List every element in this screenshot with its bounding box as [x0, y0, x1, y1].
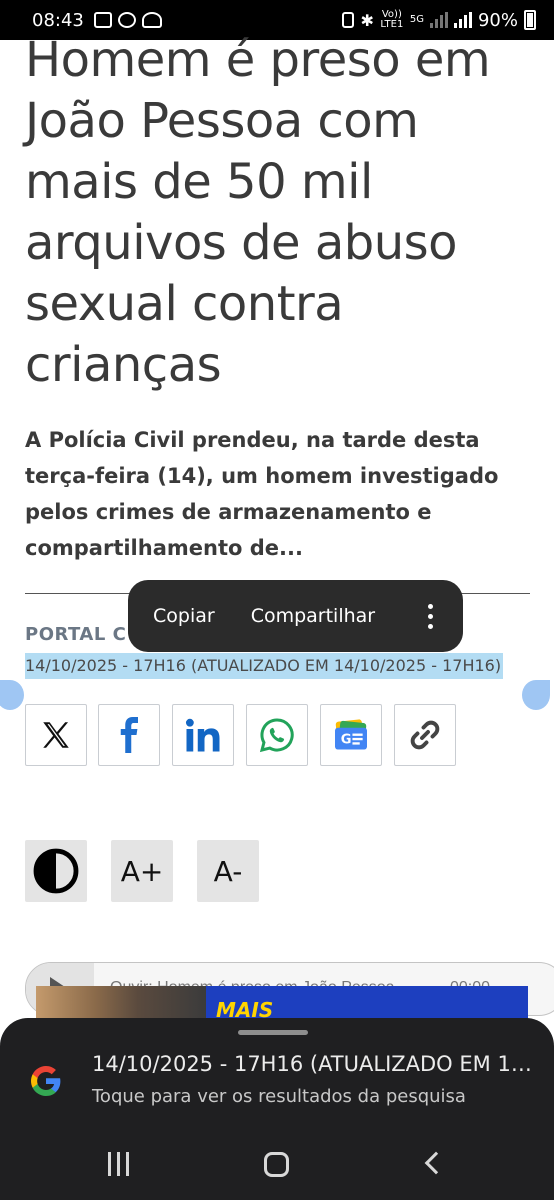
signal-icon	[429, 12, 448, 28]
recent-apps-icon[interactable]	[108, 1152, 129, 1176]
advertisement-banner[interactable]: MAIS	[36, 986, 528, 1022]
share-whatsapp-button[interactable]	[246, 704, 308, 766]
selection-handle-start[interactable]	[0, 680, 24, 710]
gallery-icon	[93, 12, 112, 28]
linkedin-icon	[185, 718, 220, 752]
home-icon[interactable]	[264, 1152, 289, 1177]
contrast-icon	[33, 848, 79, 894]
sheet-drag-handle[interactable]	[238, 1030, 308, 1035]
network-type: 5G	[409, 14, 424, 25]
article-lead: A Polícia Civil prendeu, na tarde desta …	[25, 428, 499, 560]
text-selection-menu: Copiar Compartilhar	[128, 580, 463, 652]
battery-icon	[524, 10, 536, 30]
selection-handle-end[interactable]	[522, 680, 550, 710]
ad-photo	[36, 986, 206, 1022]
svg-text:G: G	[341, 733, 352, 748]
increase-font-button[interactable]: A+	[111, 840, 173, 902]
bluetooth-icon: ✱	[360, 10, 374, 30]
share-google-news-button[interactable]: G	[320, 704, 382, 766]
volte-indicator: Vo)) LTE1	[380, 9, 404, 30]
whatsapp-status-icon	[117, 12, 136, 28]
google-search-sheet[interactable]: 14/10/2025 - 17H16 (ATUALIZADO EM 14/10/…	[0, 1018, 554, 1128]
link-icon	[410, 720, 440, 750]
battery-percent: 90%	[477, 9, 518, 31]
article-headline: Homem é preso em João Pessoa com mais de…	[25, 32, 491, 393]
whatsapp-icon	[259, 718, 294, 753]
copy-button[interactable]: Copiar	[128, 605, 215, 627]
x-icon	[43, 722, 69, 748]
facebook-icon	[120, 717, 138, 753]
share-copy-link-button[interactable]	[394, 704, 456, 766]
voicemail-icon	[141, 12, 162, 28]
status-time: 08:43	[32, 9, 84, 31]
search-hint-text: Toque para ver os resultados da pesquisa	[92, 1086, 466, 1107]
share-facebook-button[interactable]	[98, 704, 160, 766]
article-source: PORTAL C	[25, 624, 127, 645]
share-button[interactable]: Compartilhar	[215, 605, 375, 627]
battery-saver-icon	[342, 12, 355, 28]
contrast-button[interactable]	[25, 840, 87, 902]
search-query-text: 14/10/2025 - 17H16 (ATUALIZADO EM 14/10/…	[92, 1052, 532, 1076]
article-dateline-selected[interactable]: 14/10/2025 - 17H16 (ATUALIZADO EM 14/10/…	[25, 653, 504, 679]
back-icon[interactable]	[424, 1151, 448, 1175]
google-news-icon: G	[335, 719, 367, 750]
more-options-icon[interactable]	[428, 603, 433, 629]
signal-icon-2	[453, 12, 472, 28]
share-x-button[interactable]	[25, 704, 87, 766]
share-linkedin-button[interactable]	[172, 704, 234, 766]
decrease-font-button[interactable]: A-	[197, 840, 259, 902]
google-logo-icon	[31, 1066, 61, 1096]
navigation-bar	[0, 1128, 554, 1200]
